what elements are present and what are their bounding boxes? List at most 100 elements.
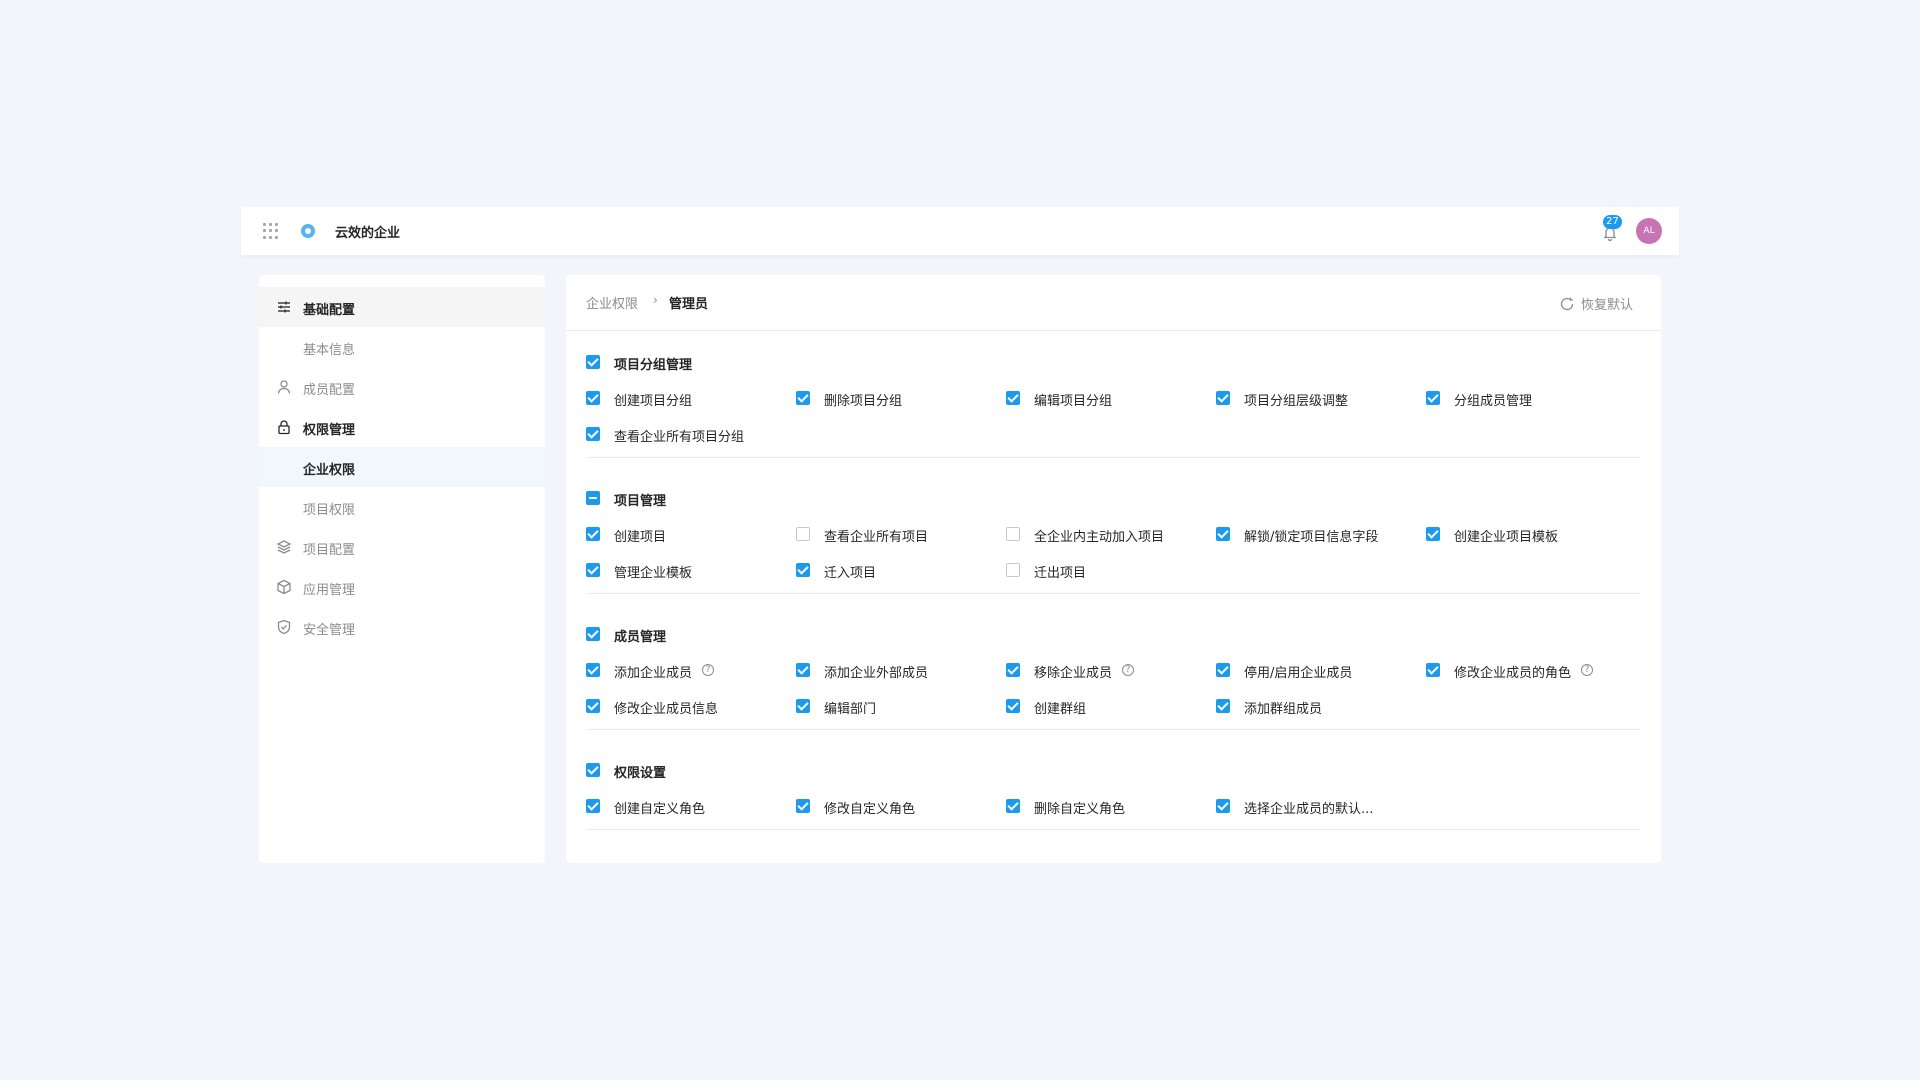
permission-label[interactable]: 解锁/锁定项目信息字段 <box>1244 526 1378 545</box>
permission-label[interactable]: 移除企业成员 <box>1034 662 1112 681</box>
permission-label[interactable]: 创建项目分组 <box>614 390 692 409</box>
permission-label[interactable]: 编辑项目分组 <box>1034 390 1112 409</box>
layers-icon <box>276 539 292 555</box>
sidebar-item-label: 项目配置 <box>303 543 356 558</box>
help-icon[interactable]: ? <box>1581 664 1593 676</box>
permission-label[interactable]: 添加企业成员 <box>614 662 692 681</box>
sidebar-item-app-management[interactable]: 应用管理 <box>259 567 545 607</box>
permission-label[interactable]: 修改自定义角色 <box>824 798 915 817</box>
permission-checkbox[interactable] <box>1216 799 1230 813</box>
permission-checkbox[interactable] <box>586 563 600 577</box>
shield-icon <box>276 619 292 635</box>
sidebar-item-basic-config[interactable]: 基础配置 <box>259 287 545 327</box>
sidebar-item-security-management[interactable]: 安全管理 <box>259 607 545 647</box>
section-title: 项目分组管理 <box>614 358 693 373</box>
permission-label[interactable]: 停用/启用企业成员 <box>1244 662 1352 681</box>
section-divider <box>586 457 1641 458</box>
permission-checkbox[interactable] <box>1006 699 1020 713</box>
permission-checkbox[interactable] <box>1006 563 1020 577</box>
sidebar-item-member-config[interactable]: 成员配置 <box>259 367 545 407</box>
permission-checkbox[interactable] <box>586 799 600 813</box>
notification-badge: 27 <box>1603 215 1622 229</box>
permission-checkbox[interactable] <box>796 391 810 405</box>
box-icon <box>276 579 292 595</box>
permission-label[interactable]: 修改企业成员信息 <box>614 698 718 717</box>
main-panel: 企业权限 › 管理员 恢复默认 项目分组管理创建项目分组 删除项目分组 编辑项目分组… <box>566 275 1661 863</box>
avatar[interactable]: AL <box>1636 218 1662 244</box>
permission-label[interactable]: 创建项目 <box>614 526 666 545</box>
section-title: 成员管理 <box>614 630 667 645</box>
permission-label[interactable]: 创建群组 <box>1034 698 1086 717</box>
section-checkbox[interactable] <box>586 627 600 641</box>
sidebar-item-permission-management[interactable]: 权限管理 <box>259 407 545 447</box>
sidebar-item-enterprise-permission[interactable]: 企业权限 <box>259 447 545 487</box>
help-icon[interactable]: ? <box>1122 664 1134 676</box>
top-bar: 云效的企业 27 AL <box>241 207 1679 255</box>
sidebar-item-label: 安全管理 <box>303 623 356 638</box>
permission-checkbox[interactable] <box>796 699 810 713</box>
section-checkbox[interactable] <box>586 355 600 369</box>
permission-label[interactable]: 管理企业模板 <box>614 562 692 581</box>
sidebar: 基础配置 基本信息 成员配置 权限管理 企业权限 项目权限 项目配置 应用管理 … <box>259 275 545 863</box>
permission-label[interactable]: 删除自定义角色 <box>1034 798 1125 817</box>
permission-label[interactable]: 创建自定义角色 <box>614 798 705 817</box>
reset-default-button[interactable]: 恢复默认 <box>1559 294 1633 313</box>
user-icon <box>276 379 292 395</box>
permission-checkbox[interactable] <box>1426 527 1440 541</box>
breadcrumb-parent[interactable]: 企业权限 <box>586 293 638 312</box>
permission-checkbox[interactable] <box>1426 391 1440 405</box>
permission-label[interactable]: 迁出项目 <box>1034 562 1086 581</box>
permission-checkbox[interactable] <box>586 391 600 405</box>
brand-logo <box>301 224 315 238</box>
lock-icon <box>276 419 292 435</box>
permission-checkbox[interactable] <box>796 527 810 541</box>
permission-label[interactable]: 项目分组层级调整 <box>1244 390 1348 409</box>
permission-checkbox[interactable] <box>586 699 600 713</box>
permission-checkbox[interactable] <box>1426 663 1440 677</box>
permission-label[interactable]: 删除项目分组 <box>824 390 902 409</box>
sidebar-item-project-permission[interactable]: 项目权限 <box>259 487 545 527</box>
sidebar-item-label: 项目权限 <box>303 503 356 518</box>
permission-checkbox[interactable] <box>586 527 600 541</box>
permission-checkbox[interactable] <box>796 563 810 577</box>
permission-label[interactable]: 迁入项目 <box>824 562 876 581</box>
section-checkbox[interactable] <box>586 763 600 777</box>
permission-checkbox[interactable] <box>1216 663 1230 677</box>
permission-label[interactable]: 修改企业成员的角色 <box>1454 662 1571 681</box>
sidebar-item-project-config[interactable]: 项目配置 <box>259 527 545 567</box>
permission-checkbox[interactable] <box>1006 663 1020 677</box>
breadcrumb-current: 管理员 <box>669 297 709 312</box>
sidebar-item-label: 应用管理 <box>303 583 356 598</box>
app-grid-icon[interactable] <box>263 223 279 239</box>
permission-label[interactable]: 添加企业外部成员 <box>824 662 928 681</box>
permission-label[interactable]: 查看企业所有项目分组 <box>614 426 744 445</box>
section-checkbox[interactable] <box>586 491 600 505</box>
permission-checkbox[interactable] <box>1216 391 1230 405</box>
permission-checkbox[interactable] <box>796 799 810 813</box>
section-divider <box>586 729 1641 730</box>
section-title: 企业操作 <box>614 862 666 863</box>
permission-checkbox[interactable] <box>586 427 600 441</box>
sidebar-item-basic-info[interactable]: 基本信息 <box>259 327 545 367</box>
permission-checkbox[interactable] <box>586 663 600 677</box>
sidebar-item-label: 基础配置 <box>303 303 356 318</box>
chevron-right-icon: › <box>653 293 658 307</box>
permission-label[interactable]: 分组成员管理 <box>1454 390 1532 409</box>
org-name[interactable]: 云效的企业 <box>335 222 400 241</box>
permission-checkbox[interactable] <box>1216 527 1230 541</box>
permission-checkbox[interactable] <box>1006 527 1020 541</box>
permission-checkbox[interactable] <box>1006 799 1020 813</box>
permission-label[interactable]: 选择企业成员的默认... <box>1244 798 1373 817</box>
permission-label[interactable]: 编辑部门 <box>824 698 876 717</box>
permission-checkbox[interactable] <box>1006 391 1020 405</box>
permission-label[interactable]: 创建企业项目模板 <box>1454 526 1558 545</box>
permission-label[interactable]: 全企业内主动加入项目 <box>1034 526 1164 545</box>
help-icon[interactable]: ? <box>702 664 714 676</box>
permission-label[interactable]: 添加群组成员 <box>1244 698 1322 717</box>
section-divider <box>586 593 1641 594</box>
permission-label[interactable]: 查看企业所有项目 <box>824 526 928 545</box>
permission-checkbox[interactable] <box>1216 699 1230 713</box>
app-window: 云效的企业 27 AL 基础配置 基本信息 成员配置 权限管理 企业权限 项目权… <box>241 207 1679 863</box>
permission-checkbox[interactable] <box>796 663 810 677</box>
refresh-icon <box>1560 297 1574 310</box>
